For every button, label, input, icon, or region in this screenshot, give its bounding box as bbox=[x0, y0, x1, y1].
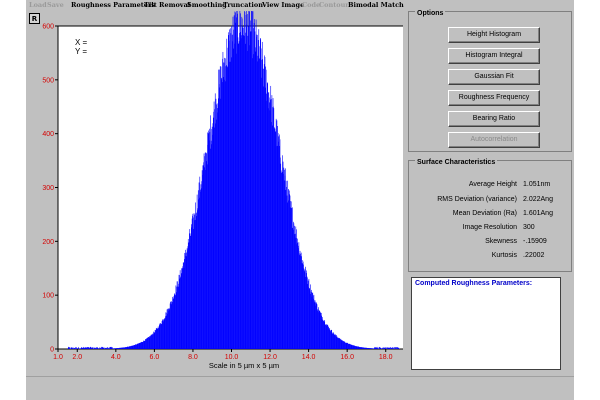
x-tick-label: 14.0 bbox=[302, 354, 316, 361]
x-tick-label: 1.0 bbox=[53, 354, 63, 361]
histogram-panel: 1.0 2.0 4.0 6.0 8.0 10.0 12.0 14.0 16.0 18.0 0 100… bbox=[26, 11, 403, 374]
x-tick-label: 8.0 bbox=[188, 354, 198, 361]
mean-deviation-label: Mean Deviation (Ra) bbox=[452, 210, 517, 217]
y-tick-label: 600 bbox=[42, 24, 54, 31]
y-tick-label: 400 bbox=[42, 131, 54, 138]
skewness-label: Skewness bbox=[485, 238, 517, 245]
kurtosis-label: Kurtosis bbox=[491, 252, 517, 259]
options-panel: Options Height Histogram Histogram Integ… bbox=[408, 10, 572, 152]
rms-deviation-value: 2.022Ang bbox=[523, 196, 553, 203]
x-tick-label: 16.0 bbox=[340, 354, 354, 361]
histogram-bar bbox=[399, 348, 400, 349]
histogram-bar bbox=[97, 347, 98, 349]
options-title: Options bbox=[415, 10, 446, 17]
image-resolution-label: Image Resolution bbox=[462, 224, 517, 231]
menu-bimodal-match[interactable]: Bimodal Match bbox=[348, 0, 404, 11]
rms-deviation-label: RMS Deviation (variance) bbox=[437, 196, 517, 203]
histogram-bar bbox=[78, 346, 80, 349]
menu-roughness-parameters[interactable]: Roughness Parameters bbox=[71, 0, 155, 11]
menu-bar: Load Save Roughness Parameters Tilt Remo… bbox=[26, 0, 574, 11]
image-resolution-value: 300 bbox=[523, 224, 535, 231]
x-axis-label: Scale in 5 µm x 5 µm bbox=[209, 361, 279, 370]
menu-tilt-removal[interactable]: Tilt Removal bbox=[144, 0, 190, 11]
histogram-bar bbox=[396, 347, 397, 349]
menu-truncation[interactable]: Truncation bbox=[223, 0, 263, 11]
height-histogram-chart: 1.0 2.0 4.0 6.0 8.0 10.0 12.0 14.0 16.0 18.0 0 100… bbox=[42, 11, 403, 370]
y-tick-label: 100 bbox=[42, 293, 54, 300]
computed-roughness-title: Computed Roughness Parameters: bbox=[415, 280, 533, 287]
histogram-bar bbox=[383, 347, 384, 349]
histogram-bar bbox=[108, 346, 110, 349]
autocorrelation-button[interactable]: Autocorrelation bbox=[448, 132, 540, 148]
surface-title: Surface Characteristics bbox=[415, 159, 498, 166]
mean-deviation-value: 1.601Ang bbox=[523, 210, 553, 217]
histogram-bar bbox=[92, 347, 94, 349]
cursor-y-readout: Y = bbox=[75, 47, 87, 56]
menu-contour[interactable]: Contour bbox=[319, 0, 349, 11]
gaussian-fit-button[interactable]: Gaussian Fit bbox=[448, 69, 540, 85]
histogram-bar bbox=[90, 347, 92, 349]
skewness-value: -.15909 bbox=[523, 238, 547, 245]
menu-load[interactable]: Load bbox=[29, 0, 47, 11]
y-tick-label: 300 bbox=[42, 185, 54, 192]
reset-button[interactable]: R bbox=[29, 13, 40, 24]
roughness-app-window: Load Save Roughness Parameters Tilt Remo… bbox=[26, 0, 574, 400]
histogram-bar bbox=[378, 346, 380, 349]
kurtosis-value: .22002 bbox=[523, 252, 545, 259]
height-histogram-button[interactable]: Height Histogram bbox=[448, 27, 540, 43]
surface-characteristics-panel: Surface Characteristics Average Height 1… bbox=[408, 159, 572, 272]
histogram-bar bbox=[377, 348, 379, 349]
average-height-label: Average Height bbox=[468, 181, 517, 188]
histogram-integral-button[interactable]: Histogram Integral bbox=[448, 48, 540, 64]
y-tick-label: 200 bbox=[42, 239, 54, 246]
menu-view-image[interactable]: View Image bbox=[262, 0, 304, 11]
computed-roughness-parameters-box[interactable]: Computed Roughness Parameters: bbox=[411, 277, 561, 370]
x-tick-label: 10.0 bbox=[225, 354, 239, 361]
menu-save[interactable]: Save bbox=[47, 0, 64, 11]
x-axis-ticks: 1.0 2.0 4.0 6.0 8.0 10.0 12.0 14.0 16.0 18.0 bbox=[53, 349, 393, 361]
roughness-frequency-button[interactable]: Roughness Frequency bbox=[448, 90, 540, 106]
histogram-bar bbox=[385, 347, 387, 349]
x-tick-label: 6.0 bbox=[150, 354, 160, 361]
y-axis-ticks: 0 100 200 300 400 500 600 bbox=[42, 24, 58, 354]
cursor-x-readout: X = bbox=[75, 38, 88, 47]
x-tick-label: 4.0 bbox=[111, 354, 121, 361]
average-height-value: 1.051nm bbox=[523, 181, 551, 188]
histogram-bar bbox=[76, 347, 77, 349]
y-tick-label: 0 bbox=[50, 347, 54, 354]
histogram-bar bbox=[394, 346, 396, 349]
x-tick-label: 18.0 bbox=[379, 354, 393, 361]
status-bar bbox=[26, 376, 574, 400]
x-tick-label: 2.0 bbox=[72, 354, 82, 361]
bearing-ratio-button[interactable]: Bearing Ratio bbox=[448, 111, 540, 127]
menu-code[interactable]: Code bbox=[302, 0, 320, 11]
menu-smoothing[interactable]: Smoothing bbox=[187, 0, 227, 11]
x-tick-label: 12.0 bbox=[263, 354, 277, 361]
y-tick-label: 500 bbox=[42, 77, 54, 84]
